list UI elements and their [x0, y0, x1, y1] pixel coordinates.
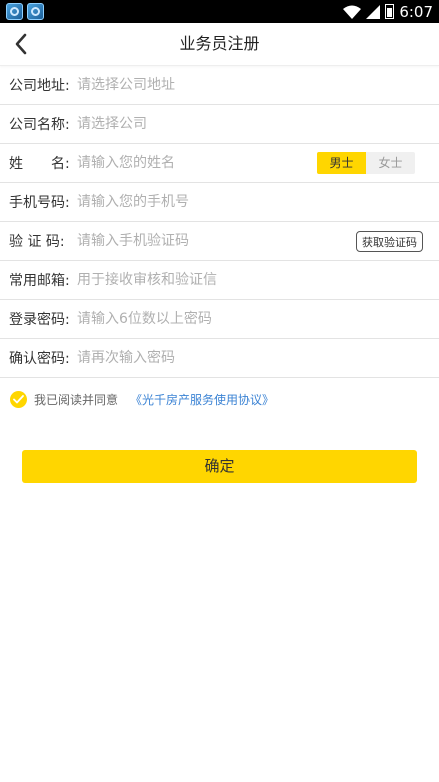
confirm-password-input[interactable]: [77, 346, 439, 370]
app-notification-icon: [6, 3, 23, 20]
name-row: 姓 名: 男士 女士: [0, 144, 439, 183]
email-label: 常用邮箱:: [9, 273, 70, 289]
gender-female-option[interactable]: 女士: [366, 152, 415, 174]
header: 业务员注册: [0, 23, 439, 66]
registration-form: 公司地址: 公司名称: 姓 名: 男士 女士 手机号码: 验 证 码: 获取验证…: [0, 66, 439, 378]
confirm-password-row: 确认密码:: [0, 339, 439, 378]
name-label: 姓 名:: [9, 156, 70, 172]
company-address-row[interactable]: 公司地址:: [0, 66, 439, 105]
check-glyph-icon: [13, 394, 24, 403]
phone-label: 手机号码:: [9, 195, 70, 211]
signal-icon: [366, 4, 381, 19]
company-name-label: 公司名称:: [9, 117, 70, 133]
company-name-row[interactable]: 公司名称:: [0, 105, 439, 144]
password-row: 登录密码:: [0, 300, 439, 339]
battery-icon: [385, 4, 395, 19]
status-bar: 6:07: [0, 0, 439, 23]
phone-row: 手机号码:: [0, 183, 439, 222]
password-label: 登录密码:: [9, 312, 70, 328]
password-input[interactable]: [77, 307, 439, 331]
company-address-input[interactable]: [77, 73, 439, 97]
status-time: 6:07: [399, 2, 433, 21]
code-label: 验 证 码:: [9, 234, 65, 250]
gender-toggle: 男士 女士: [317, 152, 415, 174]
company-name-input[interactable]: [77, 112, 439, 136]
company-address-label: 公司地址:: [9, 78, 70, 94]
confirm-password-label: 确认密码:: [9, 351, 70, 367]
gender-male-option[interactable]: 男士: [317, 152, 366, 174]
confirm-button[interactable]: 确定: [22, 450, 417, 483]
page-title: 业务员注册: [179, 34, 260, 53]
agreement-text: 我已阅读并同意: [34, 392, 119, 407]
checkmark-icon[interactable]: [10, 390, 27, 408]
email-row: 常用邮箱:: [0, 261, 439, 300]
email-input[interactable]: [77, 268, 439, 292]
code-row: 验 证 码: 获取验证码: [0, 222, 439, 261]
phone-input[interactable]: [77, 190, 439, 214]
wifi-icon: [343, 5, 362, 19]
get-code-button[interactable]: 获取验证码: [356, 231, 423, 252]
agreement-row: 我已阅读并同意 《光千房产服务使用协议》: [0, 378, 439, 420]
agreement-link[interactable]: 《光千房产服务使用协议》: [130, 391, 274, 408]
app-notification-icon: [27, 3, 44, 20]
status-right: 6:07: [343, 0, 433, 23]
